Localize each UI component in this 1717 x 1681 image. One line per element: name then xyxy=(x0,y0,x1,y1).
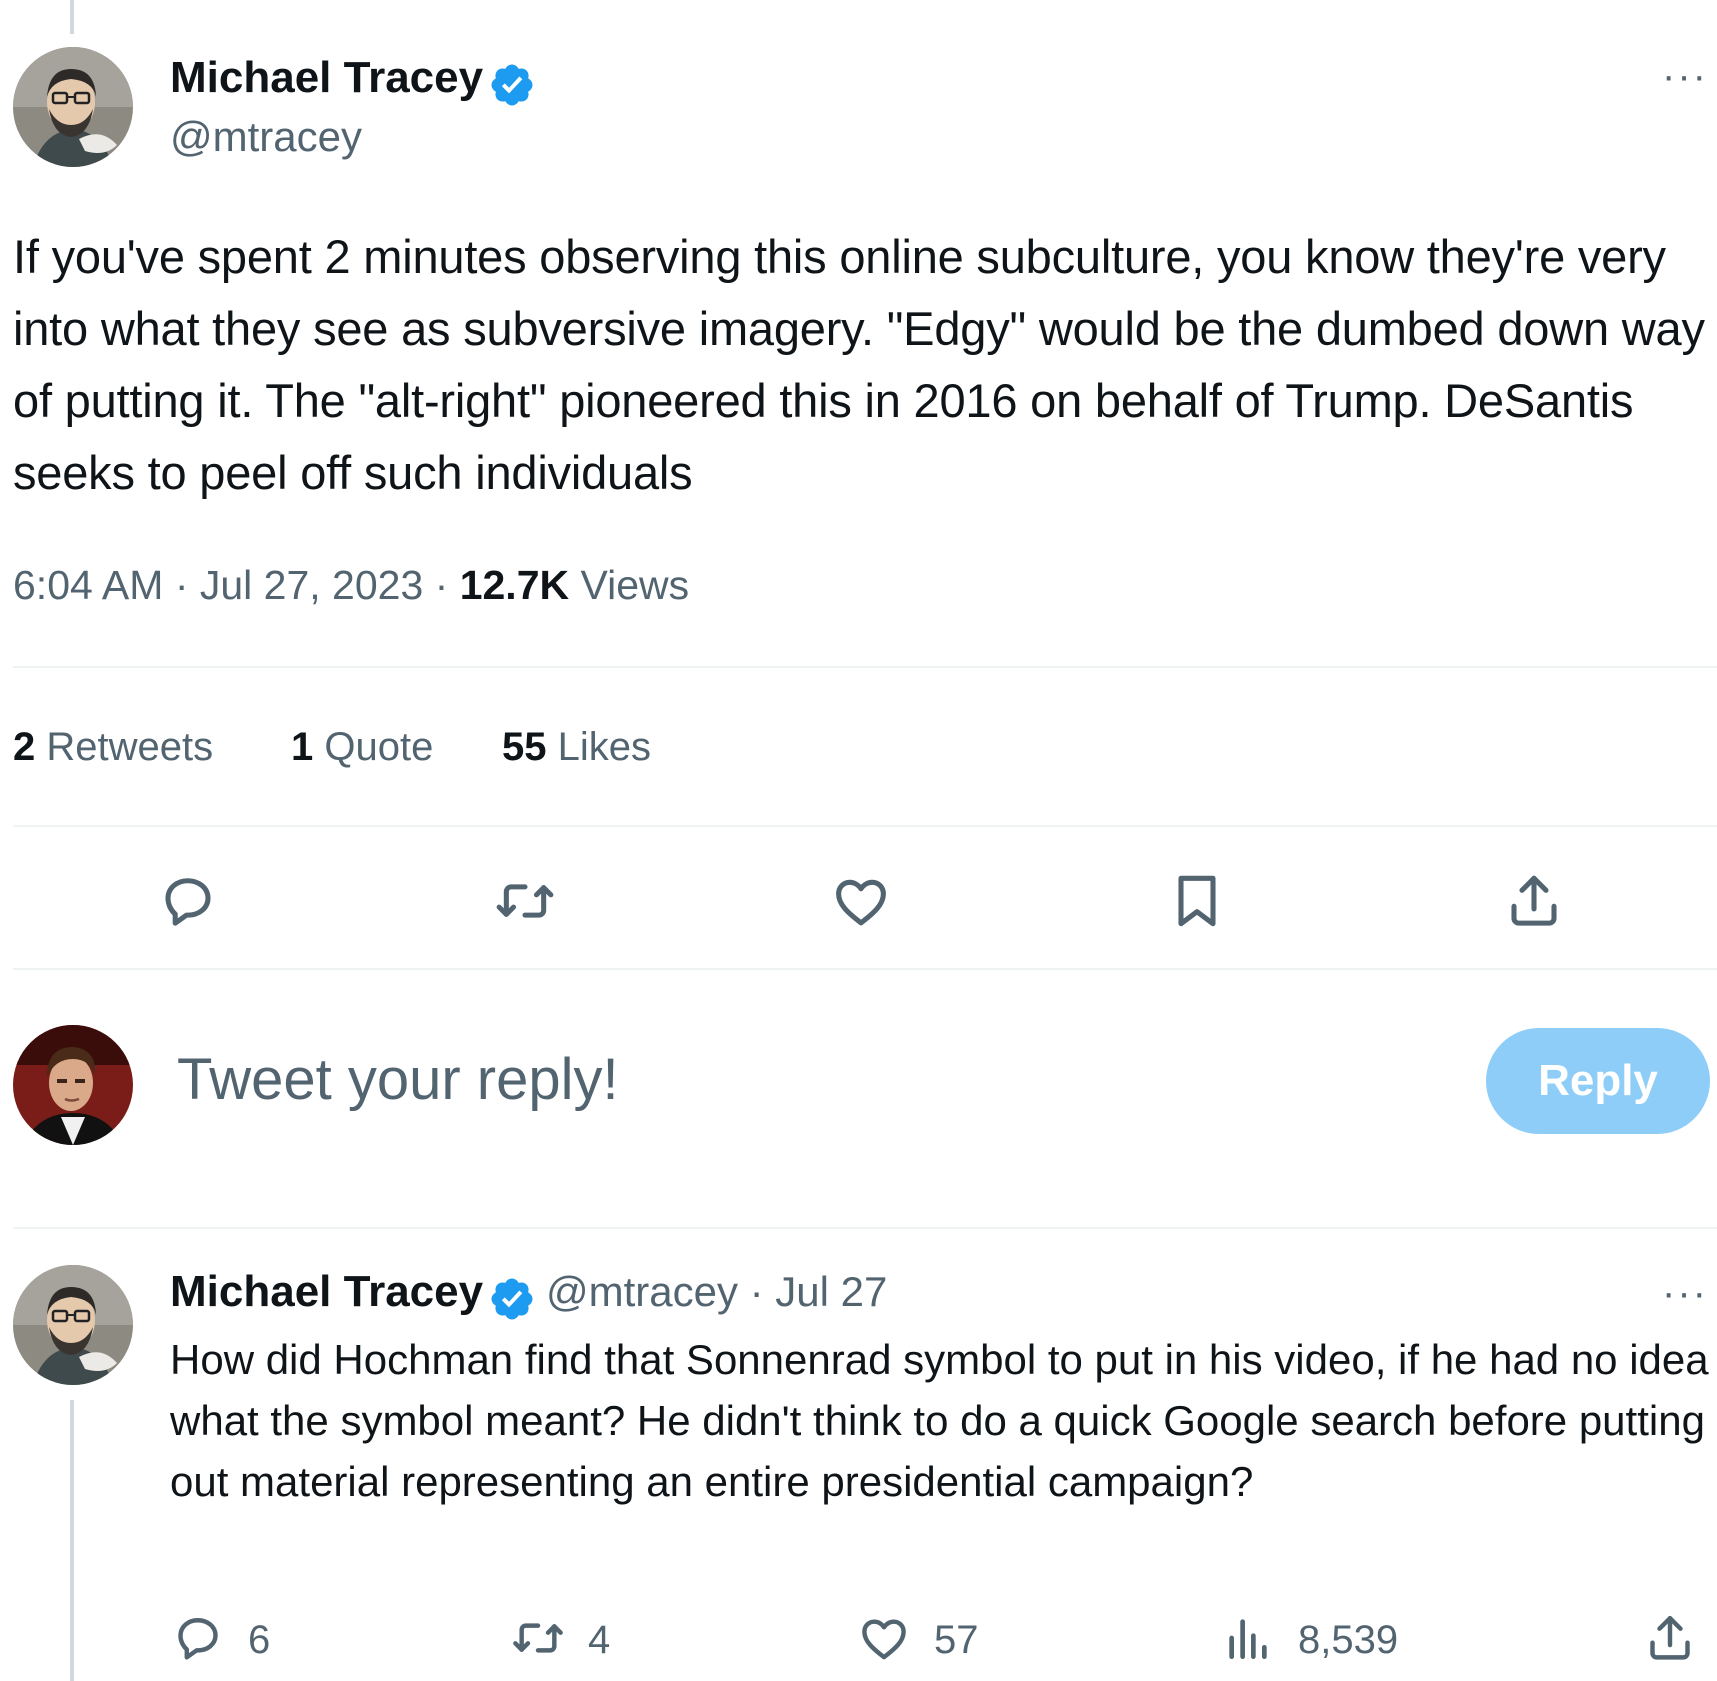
reply-tweet-text: How did Hochman find that Sonnenrad symb… xyxy=(170,1336,1709,1505)
views-label: Views xyxy=(569,562,690,608)
reply-action-views[interactable]: 8,539 xyxy=(1220,1610,1398,1671)
verified-badge-icon xyxy=(488,61,536,114)
reply-count: 6 xyxy=(248,1618,271,1662)
divider xyxy=(13,1227,1717,1229)
likes-label: Likes xyxy=(546,725,651,769)
retweet-icon xyxy=(510,1610,566,1671)
retweet-count: 4 xyxy=(588,1618,611,1662)
tweet-meta: 6:04 AM · Jul 27, 2023 · 12.7K Views xyxy=(13,562,689,609)
reply-action-like[interactable]: 57 xyxy=(856,1610,979,1671)
tweet-timestamp[interactable]: 6:04 AM · Jul 27, 2023 · xyxy=(13,562,460,608)
likes-count: 55 xyxy=(502,725,547,769)
divider xyxy=(13,666,1717,668)
quote-count: 1 xyxy=(291,725,314,769)
reply-action-retweet[interactable]: 4 xyxy=(510,1610,610,1671)
likes-stat[interactable]: 55 Likes xyxy=(502,725,651,770)
views-count: 12.7K xyxy=(459,562,570,608)
thread-line xyxy=(70,1400,74,1681)
author-name[interactable]: Michael Tracey xyxy=(170,53,483,102)
verified-badge-icon xyxy=(488,1275,536,1328)
retweet-icon[interactable] xyxy=(493,869,557,933)
reply-handle-time[interactable]: @mtracey · Jul 27 xyxy=(546,1268,887,1315)
reply-author-name[interactable]: Michael Tracey xyxy=(170,1267,483,1316)
retweets-count: 2 xyxy=(13,725,36,769)
user-avatar[interactable] xyxy=(13,1025,133,1145)
reply-icon[interactable] xyxy=(156,869,220,933)
share-icon[interactable] xyxy=(1642,1610,1698,1671)
reply-input[interactable]: Tweet your reply! xyxy=(177,1046,619,1113)
reply-icon xyxy=(170,1610,226,1671)
like-count: 57 xyxy=(934,1618,979,1662)
retweets-label: Retweets xyxy=(35,725,214,769)
share-icon[interactable] xyxy=(1502,869,1566,933)
reply-action-reply[interactable]: 6 xyxy=(170,1610,270,1671)
like-icon[interactable] xyxy=(829,869,893,933)
views-icon xyxy=(1220,1610,1276,1671)
author-handle[interactable]: @mtracey xyxy=(170,112,362,162)
divider xyxy=(13,968,1717,970)
divider xyxy=(13,825,1717,827)
reply-author-avatar[interactable] xyxy=(13,1265,133,1385)
retweets-stat[interactable]: 2 Retweets xyxy=(13,725,213,770)
quote-label: Quote xyxy=(313,725,434,769)
thread-line-top xyxy=(70,0,74,34)
quote-stat[interactable]: 1 Quote xyxy=(291,725,433,770)
like-icon xyxy=(856,1610,912,1671)
reply-button[interactable]: Reply xyxy=(1486,1028,1710,1134)
tweet-text: If you've spent 2 minutes observing this… xyxy=(13,230,1705,499)
more-options-icon[interactable]: ··· xyxy=(1662,56,1708,96)
bookmark-icon[interactable] xyxy=(1165,869,1229,933)
views-count: 8,539 xyxy=(1298,1618,1399,1662)
author-avatar[interactable] xyxy=(13,47,133,167)
more-options-icon[interactable]: ··· xyxy=(1662,1273,1708,1313)
